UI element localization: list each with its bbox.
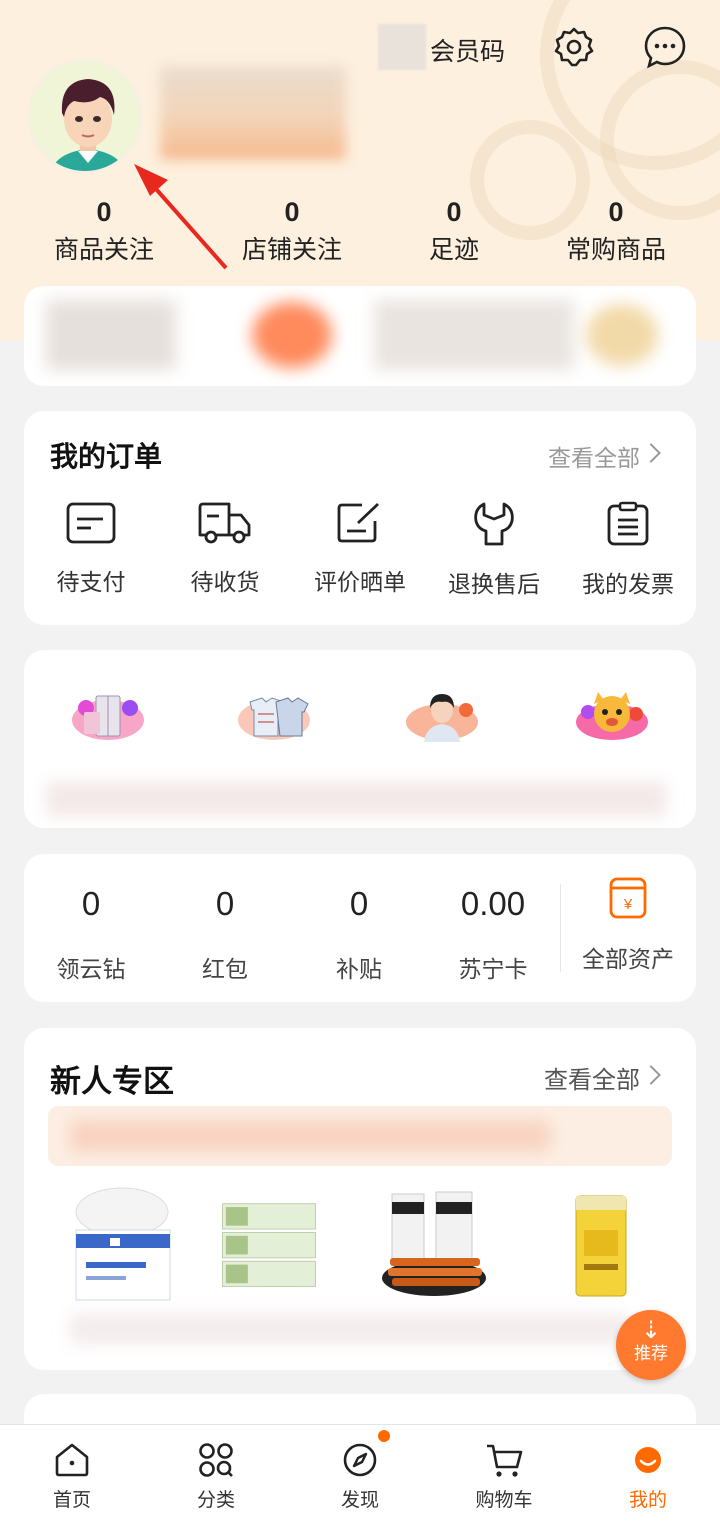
banner-item-blurred (374, 300, 574, 370)
stats-row: 0 商品关注 0 店铺关注 0 足迹 0 常购商品 (0, 195, 720, 275)
stat-label: 足迹 (428, 236, 479, 264)
all-assets-button[interactable]: ¥ 全部资产 (561, 876, 695, 974)
stat-value: 0 (446, 197, 462, 227)
chevron-right-icon[interactable] (641, 1065, 661, 1085)
order-pending-receipt[interactable]: 待收货 (158, 501, 292, 597)
tissue-product-image[interactable] (214, 1186, 324, 1306)
appliance-promo-icon[interactable] (70, 690, 146, 742)
asset-label: 苏宁卡 (458, 956, 528, 982)
banner-item-blurred (586, 304, 658, 366)
asset-value: 0 (81, 885, 101, 922)
compass-icon (343, 1443, 377, 1477)
orders-view-all-link[interactable]: 查看全部 (548, 439, 640, 473)
asset-subsidy[interactable]: 0 补贴 (292, 884, 426, 984)
promo-labels-blurred (46, 782, 666, 816)
tab-cart[interactable]: 购物车 (432, 1425, 576, 1521)
newcomer-zone-card: 新人专区 查看全部 (24, 1028, 696, 1370)
gear-icon[interactable] (551, 24, 597, 70)
chevron-right-icon[interactable] (641, 443, 661, 463)
newcomer-banner-text-blurred (70, 1120, 550, 1152)
asset-value: 0 (349, 885, 369, 922)
tab-category[interactable]: 分类 (144, 1425, 288, 1521)
invoice-icon (607, 501, 649, 546)
stat-footprints[interactable]: 0 足迹 (374, 195, 534, 271)
tab-label: 我的 (628, 1490, 667, 1511)
all-assets-label: 全部资产 (582, 946, 674, 972)
product-prices-blurred (70, 1314, 630, 1344)
avatar[interactable] (27, 58, 143, 174)
stat-value: 0 (284, 197, 300, 227)
asset-label: 补贴 (336, 956, 382, 982)
member-code-label[interactable]: 会员码 (430, 32, 505, 68)
tab-discover[interactable]: 发现 (288, 1425, 432, 1521)
down-arrow-icon: ⇣ (640, 1317, 662, 1344)
recommend-button[interactable]: ⇣ 推荐 (616, 1310, 686, 1380)
tab-profile[interactable]: 我的 (576, 1425, 720, 1521)
asset-value: 0 (215, 885, 235, 922)
mascot-promo-icon[interactable] (574, 690, 650, 742)
edit-icon (337, 502, 379, 543)
order-label: 待收货 (190, 569, 260, 595)
stat-frequent-products[interactable]: 0 常购商品 (536, 195, 696, 271)
newcomer-title: 新人专区 (50, 1064, 174, 1099)
member-code-icon[interactable] (378, 24, 426, 70)
order-label: 我的发票 (582, 571, 674, 597)
stat-value: 0 (96, 197, 112, 227)
wallet-icon (66, 502, 116, 544)
tab-label: 首页 (52, 1490, 91, 1511)
wrench-icon (474, 502, 514, 546)
chat-bubble-icon[interactable] (642, 24, 688, 70)
asset-red-packet[interactable]: 0 红包 (158, 884, 292, 984)
username-blurred (160, 66, 346, 160)
my-orders-card: 我的订单 查看全部 待支付 待收货 评价晒单 退换售后 我的发票 (24, 411, 696, 625)
order-label: 待支付 (56, 569, 126, 595)
order-invoice[interactable]: 我的发票 (561, 501, 695, 599)
newcomer-view-all-link[interactable]: 查看全部 (544, 1060, 640, 1095)
order-label: 评价晒单 (314, 569, 406, 595)
order-pending-payment[interactable]: 待支付 (24, 501, 158, 597)
banner-item-blurred (46, 300, 176, 370)
notification-dot (378, 1430, 390, 1442)
stat-label: 常购商品 (565, 236, 666, 264)
assets-card: 0 领云钻 0 红包 0 补贴 0.00 苏宁卡 ¥ 全部资产 (24, 854, 696, 1002)
snack-product-image[interactable] (380, 1186, 490, 1306)
grid-icon (199, 1443, 233, 1477)
truck-icon (198, 502, 251, 544)
asset-cloud-diamond[interactable]: 0 领云钻 (24, 884, 158, 984)
clothing-promo-icon[interactable] (236, 690, 312, 742)
paper-towel-product-image[interactable] (544, 1186, 654, 1306)
order-review[interactable]: 评价晒单 (293, 501, 427, 597)
svg-text:¥: ¥ (623, 896, 633, 913)
order-label: 退换售后 (448, 571, 540, 597)
asset-label: 红包 (202, 956, 248, 982)
tab-home[interactable]: 首页 (0, 1425, 144, 1521)
benefits-banner-card[interactable] (24, 286, 696, 386)
asset-suning-card[interactable]: 0.00 苏宁卡 (426, 884, 560, 984)
order-after-sales[interactable]: 退换售后 (427, 501, 561, 599)
fashion-promo-icon[interactable] (404, 690, 480, 742)
stat-label: 商品关注 (53, 236, 154, 264)
stat-followed-stores[interactable]: 0 店铺关注 (212, 195, 372, 271)
banner-item-blurred (252, 302, 332, 368)
stat-value: 0 (608, 197, 624, 227)
stat-label: 店铺关注 (241, 236, 342, 264)
tab-label: 分类 (196, 1490, 235, 1511)
tab-label: 购物车 (475, 1490, 533, 1511)
recommend-label: 推荐 (634, 1344, 668, 1363)
orders-title: 我的订单 (50, 441, 163, 472)
soap-product-image[interactable] (70, 1186, 180, 1306)
home-icon (55, 1443, 89, 1477)
asset-value: 0.00 (460, 885, 526, 922)
asset-label: 领云钻 (56, 956, 126, 982)
tab-label: 发现 (340, 1490, 379, 1511)
cart-icon (487, 1444, 523, 1477)
stat-followed-products[interactable]: 0 商品关注 (24, 195, 184, 271)
newcomer-banner[interactable] (48, 1106, 672, 1166)
bottom-tab-bar: 首页 分类 发现 购物车 我的 (0, 1424, 720, 1521)
profile-icon (635, 1447, 661, 1473)
yuan-card-icon: ¥ (609, 877, 647, 919)
promo-channels-card (24, 650, 696, 828)
